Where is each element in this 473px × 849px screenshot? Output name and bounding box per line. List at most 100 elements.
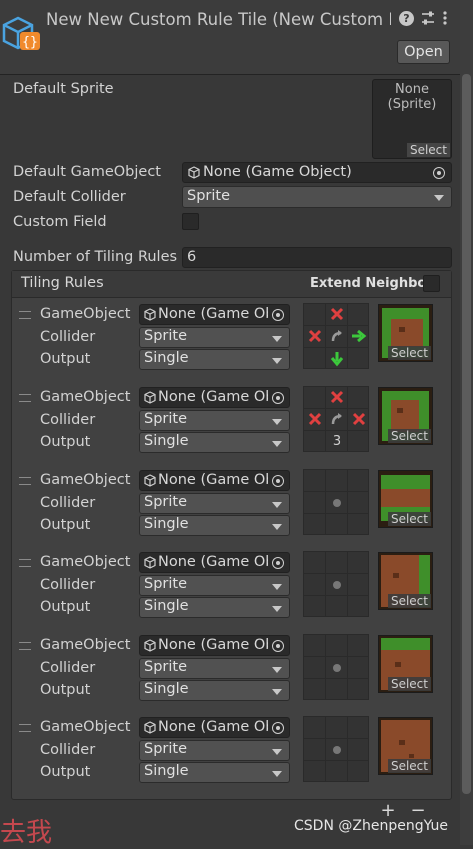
- chevron-down-icon: [272, 749, 282, 755]
- rule-gameobject-field[interactable]: None (Game Ob: [139, 552, 290, 573]
- object-picker-icon[interactable]: [272, 392, 284, 404]
- extend-neighbor-checkbox[interactable]: [423, 275, 440, 292]
- rule-gameobject-field[interactable]: None (Game Ob: [139, 304, 290, 325]
- this-neighbor-down-icon: [329, 351, 345, 367]
- default-sprite-none: None: [395, 82, 429, 97]
- default-sprite-select-button[interactable]: Select: [406, 143, 450, 157]
- default-gameobject-field[interactable]: None (Game Object): [182, 162, 452, 183]
- rule-sprite-select-button[interactable]: Select: [387, 759, 431, 773]
- not-this-neighbor-icon: [351, 412, 367, 428]
- help-icon[interactable]: ?: [399, 11, 414, 26]
- drag-handle[interactable]: [19, 642, 31, 650]
- rule-collider-value: Sprite: [144, 411, 188, 427]
- rule-sprite-select-button[interactable]: Select: [387, 346, 431, 360]
- tiling-rules-title: Tiling Rules: [21, 275, 104, 291]
- rule-sprite-field[interactable]: Select: [378, 470, 433, 528]
- object-picker-icon[interactable]: [272, 475, 284, 487]
- object-picker-icon[interactable]: [272, 557, 284, 569]
- chevron-down-icon: [272, 771, 282, 777]
- neighbor-number: 3: [332, 434, 342, 449]
- rule-collider-dropdown[interactable]: Sprite: [139, 575, 290, 596]
- rule-output-dropdown[interactable]: Single: [139, 597, 290, 618]
- open-button[interactable]: Open: [397, 40, 450, 64]
- neighbor-grid[interactable]: [303, 469, 369, 535]
- rule-sprite-select-button[interactable]: Select: [387, 594, 431, 608]
- rule-collider-dropdown[interactable]: Sprite: [139, 327, 290, 348]
- gameobject-cube-icon: [144, 308, 156, 324]
- rotation-icon: [329, 412, 345, 428]
- neighbor-grid[interactable]: [303, 303, 369, 369]
- add-rule-button[interactable]: +: [378, 800, 398, 821]
- rule-gameobject-value: None (Game Ob: [158, 306, 268, 322]
- inspector-header: {} New New Custom Rule Tile (New Custom …: [0, 0, 463, 75]
- default-gameobject-label: Default GameObject: [13, 164, 161, 180]
- chevron-down-icon: [272, 606, 282, 612]
- gameobject-cube-icon: [144, 474, 156, 490]
- rule-collider-value: Sprite: [144, 659, 188, 675]
- drag-handle[interactable]: [19, 477, 31, 485]
- rule-collider-label: Collider: [40, 412, 96, 428]
- neighbor-grid[interactable]: [303, 551, 369, 617]
- object-picker-icon[interactable]: [272, 722, 284, 734]
- rule-output-dropdown[interactable]: Single: [139, 680, 290, 701]
- gameobject-cube-icon: [188, 166, 200, 182]
- this-neighbor-right-icon: [351, 329, 367, 345]
- rule-sprite-select-button[interactable]: Select: [387, 429, 431, 443]
- rule-collider-dropdown[interactable]: Sprite: [139, 410, 290, 431]
- not-this-neighbor-icon: [307, 329, 323, 345]
- rule-gameobject-field[interactable]: None (Game Ob: [139, 387, 290, 408]
- rule-output-label: Output: [40, 434, 91, 450]
- rule-sprite-field[interactable]: Select: [378, 635, 433, 693]
- drag-handle[interactable]: [19, 559, 31, 567]
- presets-icon[interactable]: [420, 10, 436, 26]
- num-rules-field[interactable]: 6: [182, 247, 452, 268]
- rule-gameobject-field[interactable]: None (Game Ob: [139, 717, 290, 738]
- neighbor-grid[interactable]: [303, 634, 369, 700]
- neighbor-grid[interactable]: 3: [303, 386, 369, 452]
- rule-sprite-field[interactable]: Select: [378, 552, 433, 610]
- rotation-icon: [329, 329, 345, 345]
- rule-sprite-field[interactable]: Select: [378, 387, 433, 445]
- rule-gameobject-field[interactable]: None (Game Ob: [139, 635, 290, 656]
- rule-output-value: Single: [144, 763, 189, 779]
- scrollbar-thumb[interactable]: [462, 74, 471, 794]
- rule-gameobject-field[interactable]: None (Game Ob: [139, 470, 290, 491]
- more-icon[interactable]: [442, 10, 448, 26]
- neighbor-grid[interactable]: [303, 716, 369, 782]
- gameobject-cube-icon: [144, 556, 156, 572]
- rule-gameobject-value: None (Game Ob: [158, 389, 268, 405]
- drag-handle[interactable]: [19, 394, 31, 402]
- rule-output-value: Single: [144, 350, 189, 366]
- chevron-down-icon: [272, 689, 282, 695]
- default-sprite-field[interactable]: None (Sprite) Select: [372, 79, 452, 159]
- rule-output-label: Output: [40, 517, 91, 533]
- drag-handle[interactable]: [19, 311, 31, 319]
- rule-sprite-field[interactable]: Select: [378, 717, 433, 775]
- rule-output-dropdown[interactable]: Single: [139, 762, 290, 783]
- object-picker-icon[interactable]: [433, 167, 445, 179]
- object-picker-icon[interactable]: [272, 640, 284, 652]
- rule-collider-dropdown[interactable]: Sprite: [139, 740, 290, 761]
- gameobject-cube-icon: [144, 391, 156, 407]
- remove-rule-button[interactable]: −: [408, 800, 428, 821]
- chevron-down-icon: [272, 667, 282, 673]
- rule-sprite-select-button[interactable]: Select: [387, 512, 431, 526]
- rule-sprite-select-button[interactable]: Select: [387, 677, 431, 691]
- rule-output-dropdown[interactable]: Single: [139, 515, 290, 536]
- object-picker-icon[interactable]: [272, 309, 284, 321]
- num-rules-value: 6: [187, 249, 197, 265]
- chevron-down-icon: [272, 524, 282, 530]
- rule-collider-dropdown[interactable]: Sprite: [139, 658, 290, 679]
- rule-gameobject-label: GameObject: [40, 306, 131, 322]
- rule-output-dropdown[interactable]: Single: [139, 349, 290, 370]
- drag-handle[interactable]: [19, 724, 31, 732]
- rule-output-dropdown[interactable]: Single: [139, 432, 290, 453]
- default-collider-dropdown[interactable]: Sprite: [182, 186, 452, 208]
- not-this-neighbor-icon: [329, 390, 345, 406]
- rule-sprite-field[interactable]: Select: [378, 304, 433, 362]
- rule-collider-label: Collider: [40, 742, 96, 758]
- rule-collider-dropdown[interactable]: Sprite: [139, 493, 290, 514]
- rule-collider-label: Collider: [40, 329, 96, 345]
- rule-collider-value: Sprite: [144, 494, 188, 510]
- custom-field-checkbox[interactable]: [182, 213, 199, 230]
